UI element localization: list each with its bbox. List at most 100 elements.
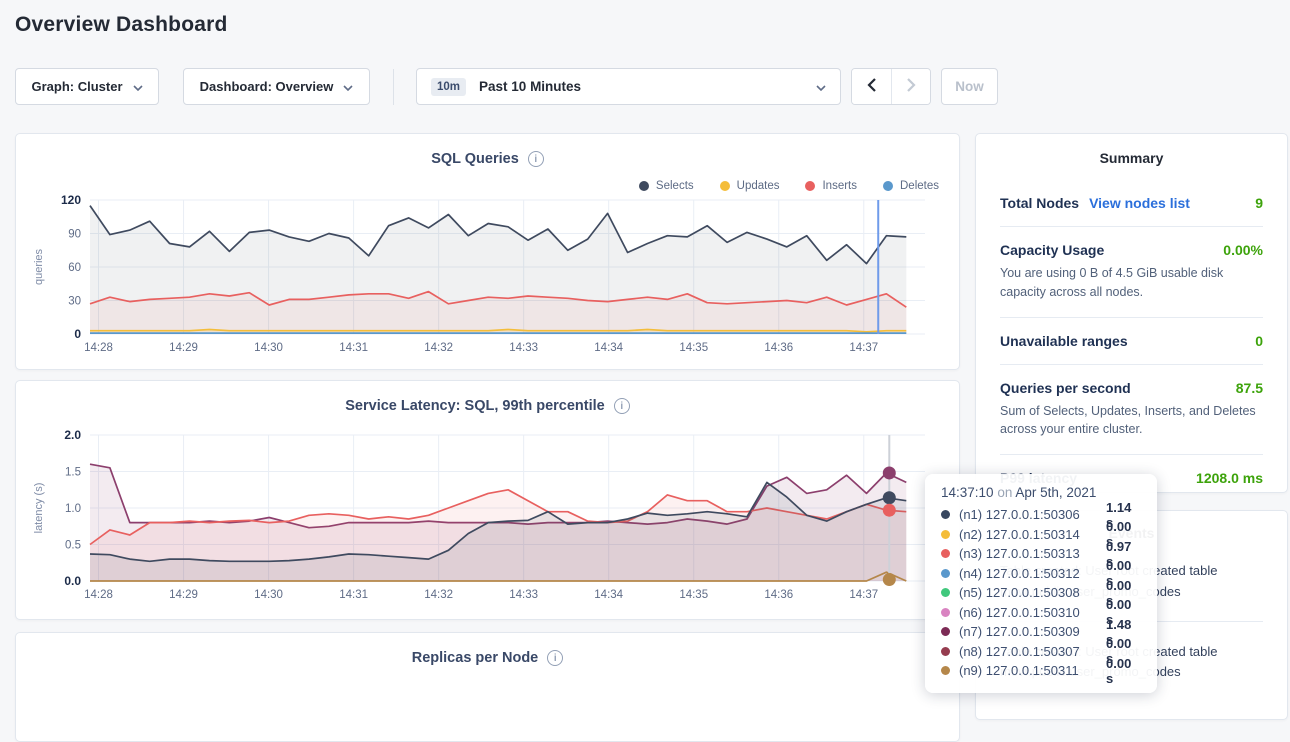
node-address: (n6) 127.0.0.1:50310 — [959, 605, 1106, 620]
summary-label: Capacity Usage — [1000, 242, 1104, 258]
svg-text:14:36: 14:36 — [764, 342, 793, 354]
series-dot — [941, 666, 950, 675]
divider — [1000, 317, 1263, 318]
summary-row-capacity-usage: Capacity Usage 0.00% — [1000, 242, 1263, 258]
dashboard-dropdown[interactable]: Dashboard: Overview — [183, 68, 370, 105]
prev-range-button[interactable] — [852, 69, 891, 104]
toolbar-divider — [393, 69, 394, 105]
replicas-per-node-title: Replicas per Node i — [16, 650, 959, 666]
divider — [1000, 226, 1263, 227]
next-range-button[interactable] — [891, 69, 930, 104]
summary-row-unavailable-ranges: Unavailable ranges 0 — [1000, 333, 1263, 349]
svg-text:14:28: 14:28 — [84, 589, 113, 601]
chart-hover-tooltip: 14:37:10 on Apr 5th, 2021 (n1) 127.0.0.1… — [925, 474, 1157, 693]
svg-text:14:29: 14:29 — [169, 342, 198, 354]
sql-queries-title: SQL Queries i — [16, 151, 959, 167]
svg-text:0: 0 — [74, 327, 81, 341]
summary-description: You are using 0 B of 4.5 GiB usable disk… — [1000, 264, 1263, 302]
node-address: (n8) 127.0.0.1:50307 — [959, 644, 1106, 659]
summary-row-queries-per-second: Queries per second 87.5 — [1000, 380, 1263, 396]
svg-text:14:28: 14:28 — [84, 342, 113, 354]
chevron-down-icon — [343, 79, 353, 94]
svg-text:14:37: 14:37 — [849, 342, 878, 354]
svg-text:14:34: 14:34 — [594, 342, 623, 354]
graph-dropdown[interactable]: Graph: Cluster — [15, 68, 159, 105]
tooltip-on: on — [997, 485, 1012, 500]
tooltip-timestamp: 14:37:10 on Apr 5th, 2021 — [941, 485, 1141, 500]
svg-text:14:33: 14:33 — [509, 589, 538, 601]
svg-text:14:32: 14:32 — [424, 589, 453, 601]
svg-text:14:34: 14:34 — [594, 589, 623, 601]
chevron-down-icon — [816, 78, 826, 96]
svg-text:0.5: 0.5 — [65, 540, 81, 552]
svg-text:30: 30 — [68, 296, 81, 308]
service-latency-title: Service Latency: SQL, 99th percentile i — [16, 398, 959, 414]
svg-text:14:36: 14:36 — [764, 589, 793, 601]
node-address: (n3) 127.0.0.1:50313 — [959, 546, 1106, 561]
svg-text:14:33: 14:33 — [509, 342, 538, 354]
node-address: (n2) 127.0.0.1:50314 — [959, 527, 1106, 542]
series-dot — [941, 608, 950, 617]
dashboard-dropdown-label: Dashboard: Overview — [200, 79, 334, 94]
sql-queries-card: SQL Queries i Selects Updates Inserts De… — [15, 133, 960, 370]
sql-queries-chart[interactable]: 030609012014:2814:2914:3014:3114:3214:33… — [26, 190, 951, 360]
summary-label: Unavailable ranges — [1000, 333, 1128, 349]
svg-text:14:30: 14:30 — [254, 342, 283, 354]
node-address: (n5) 127.0.0.1:50308 — [959, 585, 1106, 600]
info-icon[interactable]: i — [547, 650, 563, 666]
svg-text:90: 90 — [68, 229, 81, 241]
svg-text:14:35: 14:35 — [679, 342, 708, 354]
time-range-dropdown[interactable]: 10m Past 10 Minutes — [416, 68, 841, 105]
svg-text:14:37: 14:37 — [849, 589, 878, 601]
chart-title-text: Replicas per Node — [412, 650, 539, 666]
svg-text:latency (s): latency (s) — [33, 483, 45, 534]
svg-text:14:30: 14:30 — [254, 589, 283, 601]
summary-label: Queries per second — [1000, 380, 1131, 396]
series-dot — [941, 627, 950, 636]
series-dot — [941, 510, 950, 519]
chevron-down-icon — [133, 79, 143, 94]
summary-row-total-nodes: Total Nodes View nodes list 9 — [1000, 195, 1263, 211]
summary-description: Sum of Selects, Updates, Inserts, and De… — [1000, 402, 1263, 440]
service-latency-chart[interactable]: 0.0 0.5 1.0 1.5 2.0 14:28 14:29 14:30 14:31 14:32… — [26, 425, 951, 607]
series-dot — [941, 530, 950, 539]
time-range-label: Past 10 Minutes — [479, 79, 581, 94]
series-dot — [941, 549, 950, 558]
summary-value: 1208.0 ms — [1196, 470, 1263, 486]
info-icon[interactable]: i — [528, 151, 544, 167]
svg-text:1.5: 1.5 — [65, 467, 81, 479]
svg-text:2.0: 2.0 — [64, 428, 81, 442]
svg-text:14:29: 14:29 — [169, 589, 198, 601]
now-button[interactable]: Now — [941, 68, 998, 105]
view-nodes-list-link[interactable]: View nodes list — [1089, 195, 1190, 211]
chevron-right-icon — [907, 78, 916, 95]
summary-title: Summary — [976, 150, 1287, 166]
series-dot — [941, 569, 950, 578]
summary-card: Summary Total Nodes View nodes list 9 Ca… — [975, 133, 1288, 493]
chevron-left-icon — [867, 78, 876, 95]
node-latency-value: 0.00 s — [1106, 656, 1141, 686]
svg-text:1.0: 1.0 — [65, 503, 81, 515]
svg-text:queries: queries — [33, 248, 45, 285]
info-icon[interactable]: i — [614, 398, 630, 414]
svg-text:14:31: 14:31 — [339, 342, 368, 354]
time-nav-group — [851, 68, 931, 105]
summary-value: 0 — [1255, 333, 1263, 349]
series-dot — [941, 647, 950, 656]
tooltip-time: 14:37:10 — [941, 485, 994, 500]
svg-text:14:31: 14:31 — [339, 589, 368, 601]
svg-text:0.0: 0.0 — [64, 574, 81, 588]
page-title: Overview Dashboard — [15, 13, 228, 37]
svg-text:14:32: 14:32 — [424, 342, 453, 354]
chart-title-text: Service Latency: SQL, 99th percentile — [345, 398, 605, 414]
svg-text:60: 60 — [68, 262, 81, 274]
node-address: (n1) 127.0.0.1:50306 — [959, 507, 1106, 522]
summary-value: 0.00% — [1223, 242, 1263, 258]
divider — [1000, 364, 1263, 365]
summary-value: 9 — [1255, 195, 1263, 211]
tooltip-row: (n9) 127.0.0.1:503110.00 s — [941, 661, 1141, 681]
graph-dropdown-label: Graph: Cluster — [31, 79, 122, 94]
divider — [1000, 454, 1263, 455]
node-address: (n7) 127.0.0.1:50309 — [959, 624, 1106, 639]
tooltip-date: Apr 5th, 2021 — [1015, 485, 1096, 500]
